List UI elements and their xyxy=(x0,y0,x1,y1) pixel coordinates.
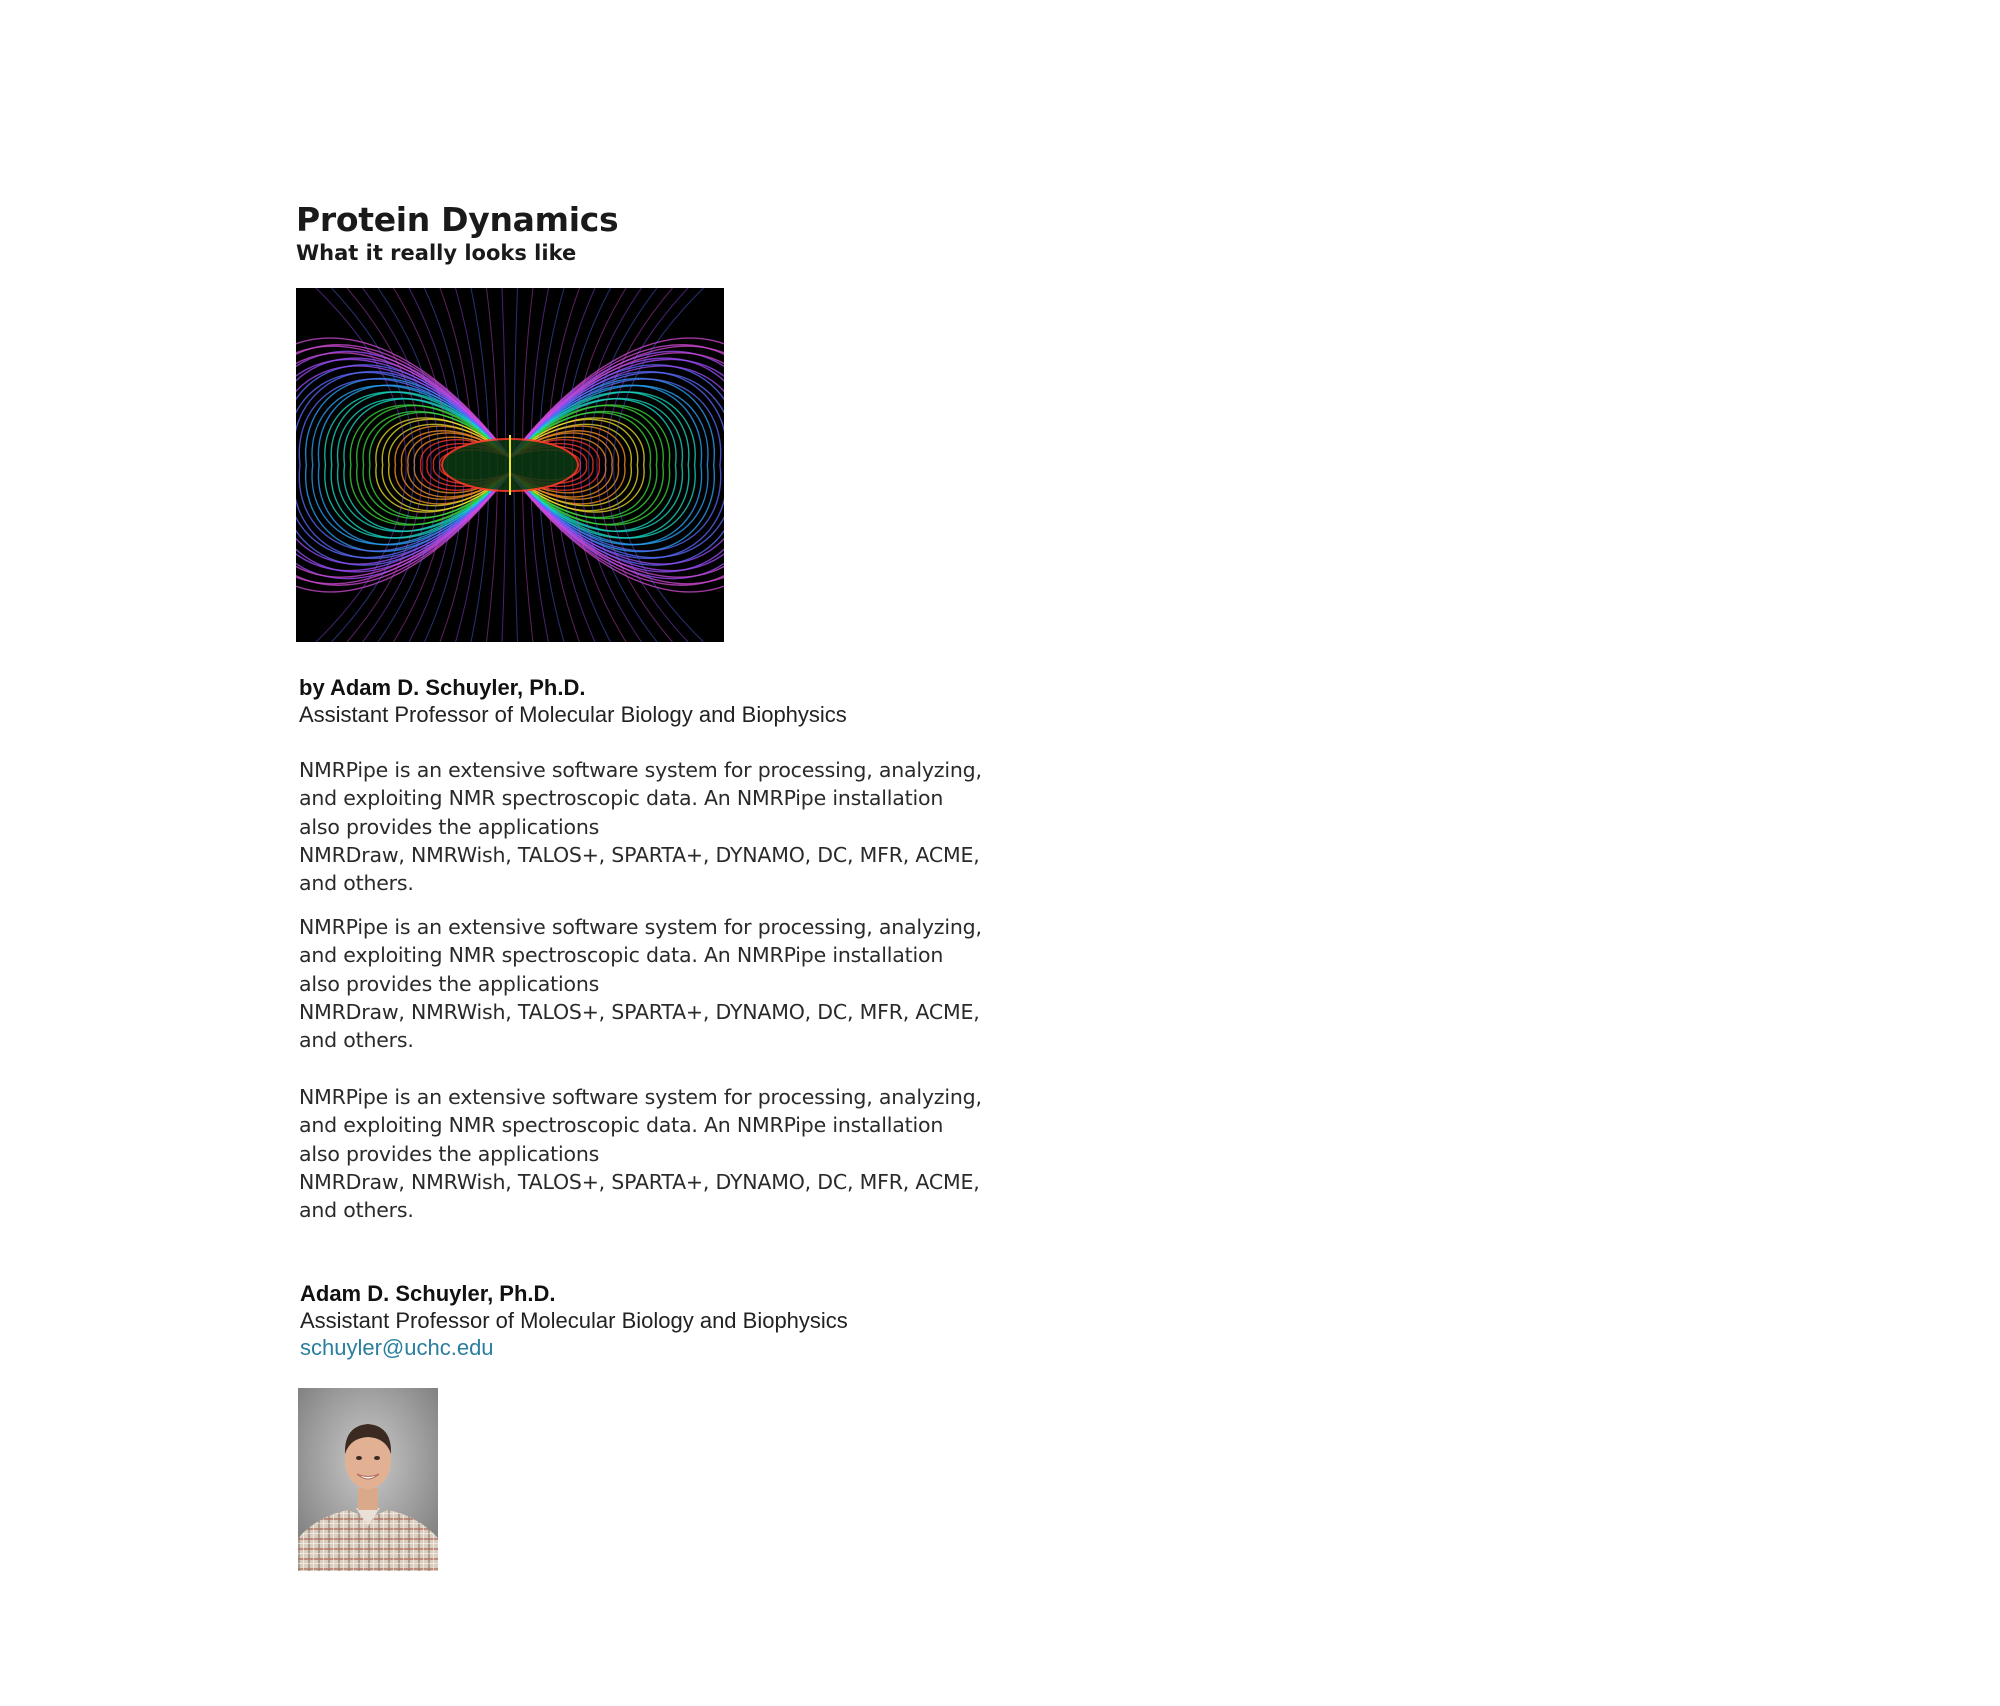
paragraph: NMRPipe is an extensive software system … xyxy=(299,1083,1059,1224)
author-email-link[interactable]: schuyler@uchc.edu xyxy=(300,1334,494,1361)
portrait-graphic xyxy=(298,1388,438,1571)
paragraph-line: NMRDraw, NMRWish, TALOS+, SPARTA+, DYNAM… xyxy=(299,1169,980,1194)
paragraph-line: NMRPipe is an extensive software system … xyxy=(299,758,982,782)
page-title: Protein Dynamics xyxy=(296,200,619,239)
byline-role: Assistant Professor of Molecular Biology… xyxy=(299,702,847,727)
field-lines-graphic xyxy=(296,288,724,642)
paragraph-line: and exploiting NMR spectroscopic data. A… xyxy=(299,786,944,811)
paragraph-line: and others. xyxy=(299,1028,414,1053)
author-name: Adam D. Schuyler, Ph.D. xyxy=(300,1281,556,1306)
paragraph-line: also provides the applications xyxy=(299,814,600,839)
paragraph-line: NMRPipe is an extensive software system … xyxy=(299,915,982,939)
article: Protein Dynamics What it really looks li… xyxy=(296,200,1196,1571)
paragraph-line: NMRDraw, NMRWish, TALOS+, SPARTA+, DYNAM… xyxy=(299,842,980,867)
paragraph-line: NMRDraw, NMRWish, TALOS+, SPARTA+, DYNAM… xyxy=(299,999,980,1024)
author-card: Adam D. Schuyler, Ph.D. Assistant Profes… xyxy=(300,1280,848,1361)
paragraph: NMRPipe is an extensive software system … xyxy=(299,913,1059,1054)
byline: by Adam D. Schuyler, Ph.D. Assistant Pro… xyxy=(299,674,847,728)
paragraph-line: and exploiting NMR spectroscopic data. A… xyxy=(299,1113,944,1138)
page-subtitle: What it really looks like xyxy=(296,241,577,265)
paragraph: NMRPipe is an extensive software system … xyxy=(299,756,1059,897)
paragraph-line: and others. xyxy=(299,1198,414,1223)
magnetic-field-lines-image xyxy=(296,288,724,642)
author-portrait-photo xyxy=(298,1388,438,1571)
author-role: Assistant Professor of Molecular Biology… xyxy=(300,1308,848,1333)
paragraph-line: also provides the applications xyxy=(299,1141,600,1166)
paragraph-line: NMRPipe is an extensive software system … xyxy=(299,1085,982,1109)
byline-author: by Adam D. Schuyler, Ph.D. xyxy=(299,675,586,700)
paragraph-line: and others. xyxy=(299,871,414,896)
paragraph-line: and exploiting NMR spectroscopic data. A… xyxy=(299,943,944,968)
paragraph-line: also provides the applications xyxy=(299,971,600,996)
